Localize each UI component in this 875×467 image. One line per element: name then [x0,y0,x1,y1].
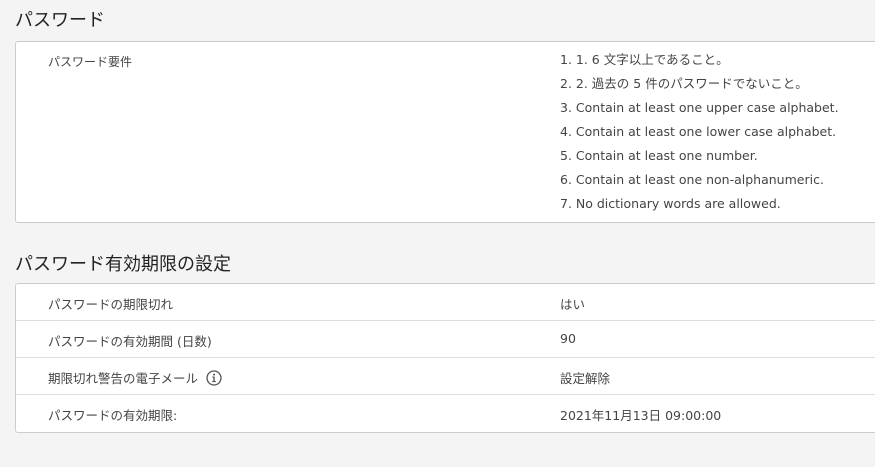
password-requirements-label: パスワード要件 [48,55,133,69]
expiry-section-title: パスワード有効期限の設定 [15,254,231,275]
requirement-item: 3. Contain at least one upper case alpha… [560,100,839,115]
expiry-row-label-wrap: 期限切れ警告の電子メール [48,368,222,387]
requirement-item: 7. No dictionary words are allowed. [560,196,781,211]
expiry-row-label: パスワードの有効期限: [48,408,178,423]
requirement-item: 5. Contain at least one number. [560,148,758,163]
page: パスワード パスワード要件 1. 1. 6 文字以上であること。 2. 2. 過… [0,0,875,467]
requirement-item: 4. Contain at least one lower case alpha… [560,124,837,139]
expiry-row-validity-days: パスワードの有効期間 (日数) 90 [16,321,875,358]
expiry-row-value: 90 [560,331,576,346]
expiry-row-label: パスワードの期限切れ [48,297,174,312]
expiry-row-warning-email: 期限切れ警告の電子メール 設定解除 [16,358,875,395]
requirement-item: 1. 1. 6 文字以上であること。 [560,52,729,67]
info-icon[interactable] [206,369,222,386]
expiry-row-value: 設定解除 [560,371,611,386]
expiry-row-label: パスワードの有効期間 (日数) [48,334,212,349]
password-expiry-card: パスワードの期限切れ はい パスワードの有効期間 (日数) 90 期限切れ警告の… [15,283,875,433]
requirement-item: 6. Contain at least one non-alphanumeric… [560,172,824,187]
password-requirements-card: パスワード要件 1. 1. 6 文字以上であること。 2. 2. 過去の 5 件… [15,41,875,223]
expiry-row-expiry-date: パスワードの有効期限: 2021年11月13日 09:00:00 [16,395,875,432]
expiry-row-value: 2021年11月13日 09:00:00 [560,408,722,423]
requirement-item: 2. 2. 過去の 5 件のパスワードでないこと。 [560,76,808,91]
expiry-row-value: はい [560,297,586,312]
expiry-row-expired: パスワードの期限切れ はい [16,284,875,321]
expiry-row-label: 期限切れ警告の電子メール [48,371,199,386]
password-section-title: パスワード [15,10,105,31]
